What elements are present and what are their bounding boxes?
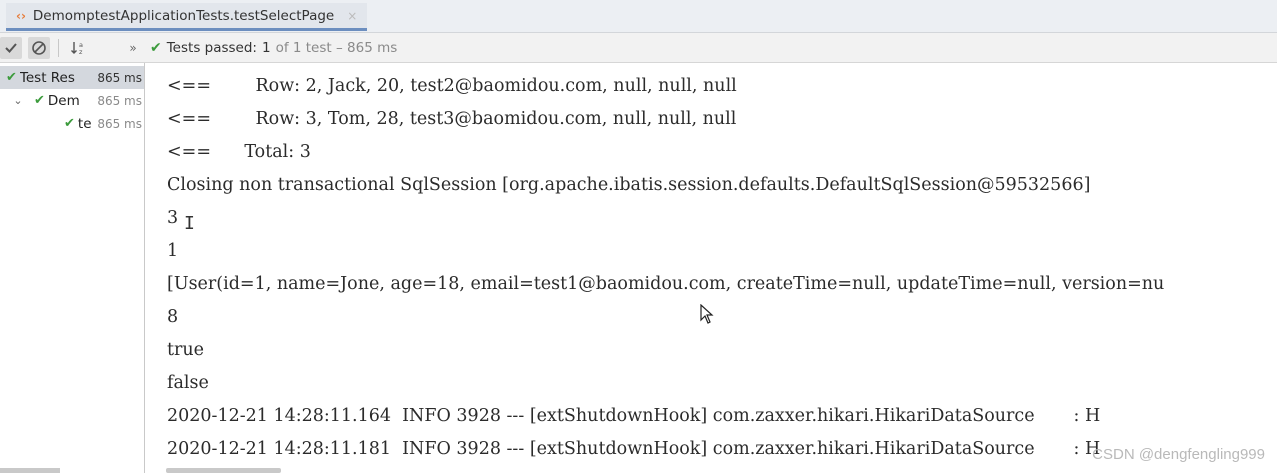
tree-item-test-class[interactable]: ⌄ ✔ Dem 865 ms [0, 89, 144, 112]
tree-item-time: 865 ms [97, 93, 142, 108]
mouse-pointer-icon [700, 304, 714, 324]
console-output[interactable]: <== Row: 2, Jack, 20, test2@baomidou.com… [146, 63, 1277, 473]
console-line: <== Row: 3, Tom, 28, test3@baomidou.com,… [167, 109, 737, 129]
show-ignored-icon[interactable] [28, 37, 50, 59]
tree-item-label: Test Res [19, 69, 75, 86]
tree-item-test-results[interactable]: ✔ Test Res 865 ms [0, 66, 144, 89]
console-line: <== Row: 2, Jack, 20, test2@baomidou.com… [167, 76, 737, 96]
close-icon[interactable]: × [347, 9, 357, 23]
tree-scrollbar[interactable] [0, 468, 60, 473]
text-cursor-icon: I [184, 213, 195, 234]
tree-item-label: Dem [47, 92, 80, 109]
console-scrollbar[interactable] [166, 468, 281, 473]
passed-check-icon: ✔ [6, 70, 17, 85]
sort-alphabetically-icon[interactable]: az [68, 37, 90, 59]
passed-check-icon: ✔ [150, 40, 162, 56]
console-line: 1 [167, 241, 179, 261]
console-line: 2020-12-21 14:28:11.164 INFO 3928 --- [e… [167, 406, 1101, 426]
tree-item-time: 865 ms [97, 116, 142, 131]
editor-tab-bar: ‹› DemomptestApplicationTests.testSelect… [0, 0, 1277, 33]
toolbar-divider [58, 39, 59, 57]
console-line: 2020-12-21 14:28:11.181 INFO 3928 --- [e… [167, 439, 1101, 459]
console-line: 3 [167, 208, 179, 228]
console-line: Closing non transactional SqlSession [or… [167, 175, 1091, 195]
svg-text:z: z [79, 48, 83, 56]
tree-item-test-method[interactable]: ✔ te 865 ms [0, 112, 144, 135]
tab-test-run[interactable]: ‹› DemomptestApplicationTests.testSelect… [6, 3, 368, 31]
status-detail: of 1 test – 865 ms [275, 40, 398, 56]
console-line: true [167, 340, 205, 360]
run-config-icon: ‹› [16, 8, 26, 23]
tree-item-time: 865 ms [97, 70, 142, 85]
watermark: CSDN @dengfengling999 [1092, 446, 1265, 463]
more-actions-icon[interactable]: » [122, 37, 144, 59]
passed-check-icon: ✔ [64, 116, 75, 131]
status-count: 1 [261, 40, 271, 56]
tree-item-label: te [77, 115, 92, 132]
console-line: false [167, 373, 209, 393]
status-passed-label: Tests passed: [166, 40, 257, 56]
console-line: 8 [167, 307, 179, 327]
tab-title: DemomptestApplicationTests.testSelectPag… [32, 7, 335, 24]
console-line: <== Total: 3 [167, 142, 311, 162]
test-results-tree: ✔ Test Res 865 ms ⌄ ✔ Dem 865 ms ✔ te 86… [0, 63, 145, 473]
show-passed-icon[interactable] [0, 37, 22, 59]
console-line: [User(id=1, name=Jone, age=18, email=tes… [167, 274, 1165, 294]
chevron-down-icon[interactable]: ⌄ [12, 94, 24, 107]
test-toolbar: az » ✔ Tests passed: 1 of 1 test – 865 m… [0, 33, 1277, 63]
passed-check-icon: ✔ [34, 93, 45, 108]
test-status: ✔ Tests passed: 1 of 1 test – 865 ms [150, 33, 397, 63]
